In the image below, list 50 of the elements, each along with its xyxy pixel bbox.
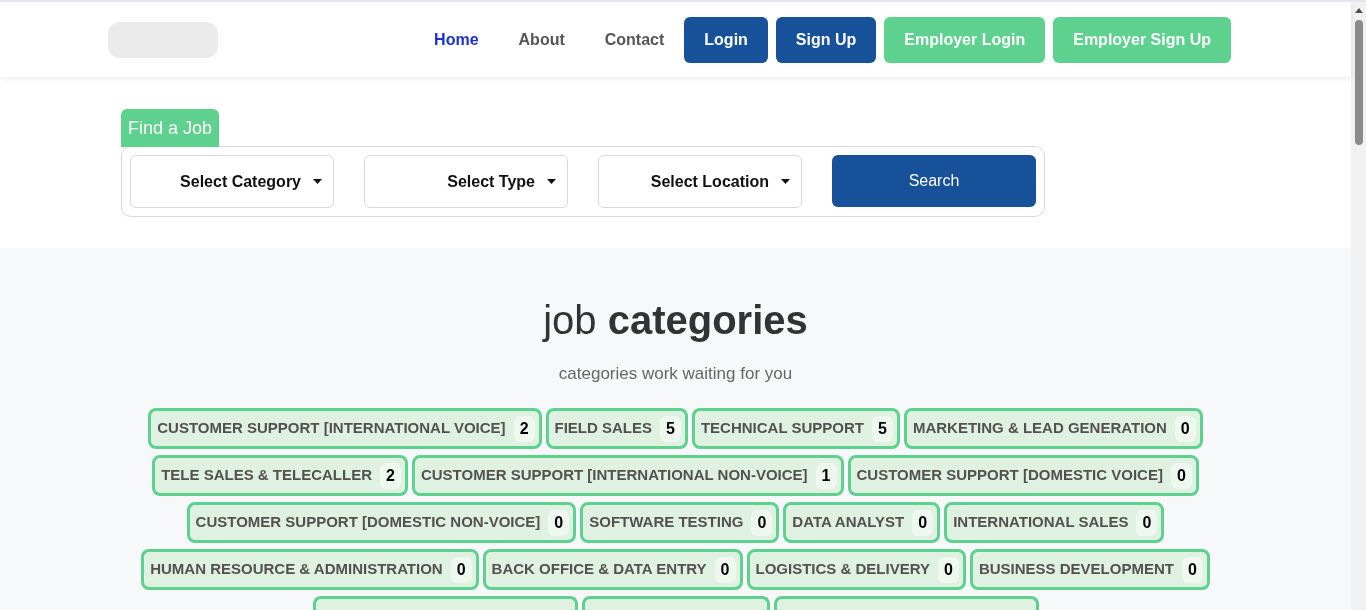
category-chip[interactable]: HUMAN RESOURCE & ADMINISTRATION 0 [141,549,479,590]
count-badge: 0 [1136,509,1158,536]
count-badge: 0 [714,556,736,583]
caret-down-icon [313,179,322,184]
count-badge: 0 [1181,556,1203,583]
count-badge: 2 [380,462,401,489]
category-chip[interactable]: CUSTOMER SUPPORT [DOMESTIC VOICE] 0 [847,455,1199,496]
category-chip[interactable]: LOGISTICS & DELIVERY 0 [746,549,966,590]
category-chip[interactable] [773,596,1039,610]
auth-button[interactable]: Login [684,16,768,63]
category-chip[interactable] [312,596,578,610]
category-chip[interactable]: TELE SALES & TELECALLER 2 [152,455,408,496]
count-badge: 0 [912,509,934,536]
category-chip[interactable]: BACK OFFICE & DATA ENTRY 0 [482,549,743,590]
category-chip[interactable] [581,596,770,610]
category-chip[interactable]: INTERNATIONAL SALES 0 [944,502,1165,543]
category-chip[interactable]: FIELD SALES 5 [545,408,688,449]
nav-link[interactable]: About [498,27,585,52]
count-badge: 0 [937,556,959,583]
count-badge: 0 [548,509,570,536]
section-title: job categories [543,297,808,344]
count-badge: 5 [660,415,681,442]
category-chip[interactable]: MARKETING & LEAD GENERATION 0 [903,408,1203,449]
caret-down-icon [547,179,556,184]
category-chip[interactable]: SOFTWARE TESTING 0 [580,502,780,543]
count-badge: 0 [751,509,773,536]
category-chip[interactable]: TECHNICAL SUPPORT 5 [691,408,900,449]
dropdown-field[interactable]: Select Type [364,155,568,208]
count-badge: 0 [1170,462,1192,489]
section-subtitle: categories work waiting for you [558,363,793,385]
count-badge: 1 [815,462,837,489]
nav-link[interactable]: Contact [584,27,685,52]
scroll-up-arrow-icon[interactable] [1354,8,1363,13]
nav-link[interactable]: Home [414,27,499,52]
dropdown-field[interactable]: Select Category [130,155,334,208]
category-chip[interactable]: CUSTOMER SUPPORT [INTERNATIONAL VOICE] 2 [148,408,542,449]
scrollbar-thumb[interactable] [1354,20,1363,145]
count-badge: 0 [450,556,472,583]
caret-down-icon [781,179,790,184]
category-chip[interactable]: CUSTOMER SUPPORT [DOMESTIC NON-VOICE] 0 [186,502,577,543]
find-job-heading: Find a Job [121,109,220,147]
category-chip[interactable]: CUSTOMER SUPPORT [INTERNATIONAL NON-VOICE] 1 [411,455,844,496]
dropdown-field[interactable]: Select Location [598,155,802,208]
auth-button[interactable]: Sign Up [775,16,877,63]
count-badge: 0 [1174,415,1196,442]
search-button[interactable]: Search [832,155,1036,207]
category-chip[interactable]: DATA ANALYST 0 [783,502,941,543]
count-badge: 2 [513,415,535,442]
count-badge: 5 [872,415,893,442]
category-chip[interactable]: BUSINESS DEVELOPMENT 0 [969,549,1210,590]
